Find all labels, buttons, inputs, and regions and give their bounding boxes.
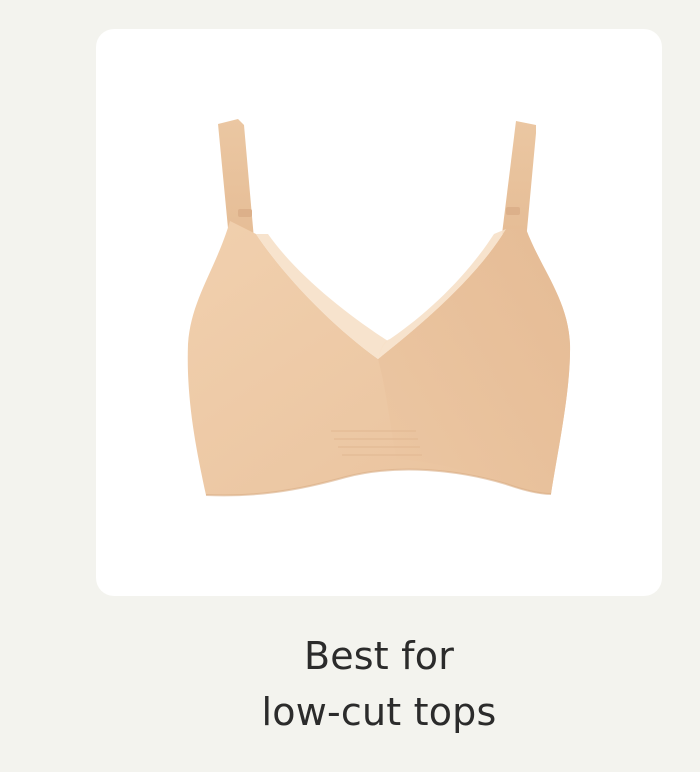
caption-line-1: Best for (303, 634, 455, 678)
product-card[interactable] (96, 29, 662, 596)
product-caption: Best for low-cut tops (96, 628, 662, 740)
caption-line-2: low-cut tops (261, 690, 497, 734)
bra-product-image (187, 119, 571, 497)
